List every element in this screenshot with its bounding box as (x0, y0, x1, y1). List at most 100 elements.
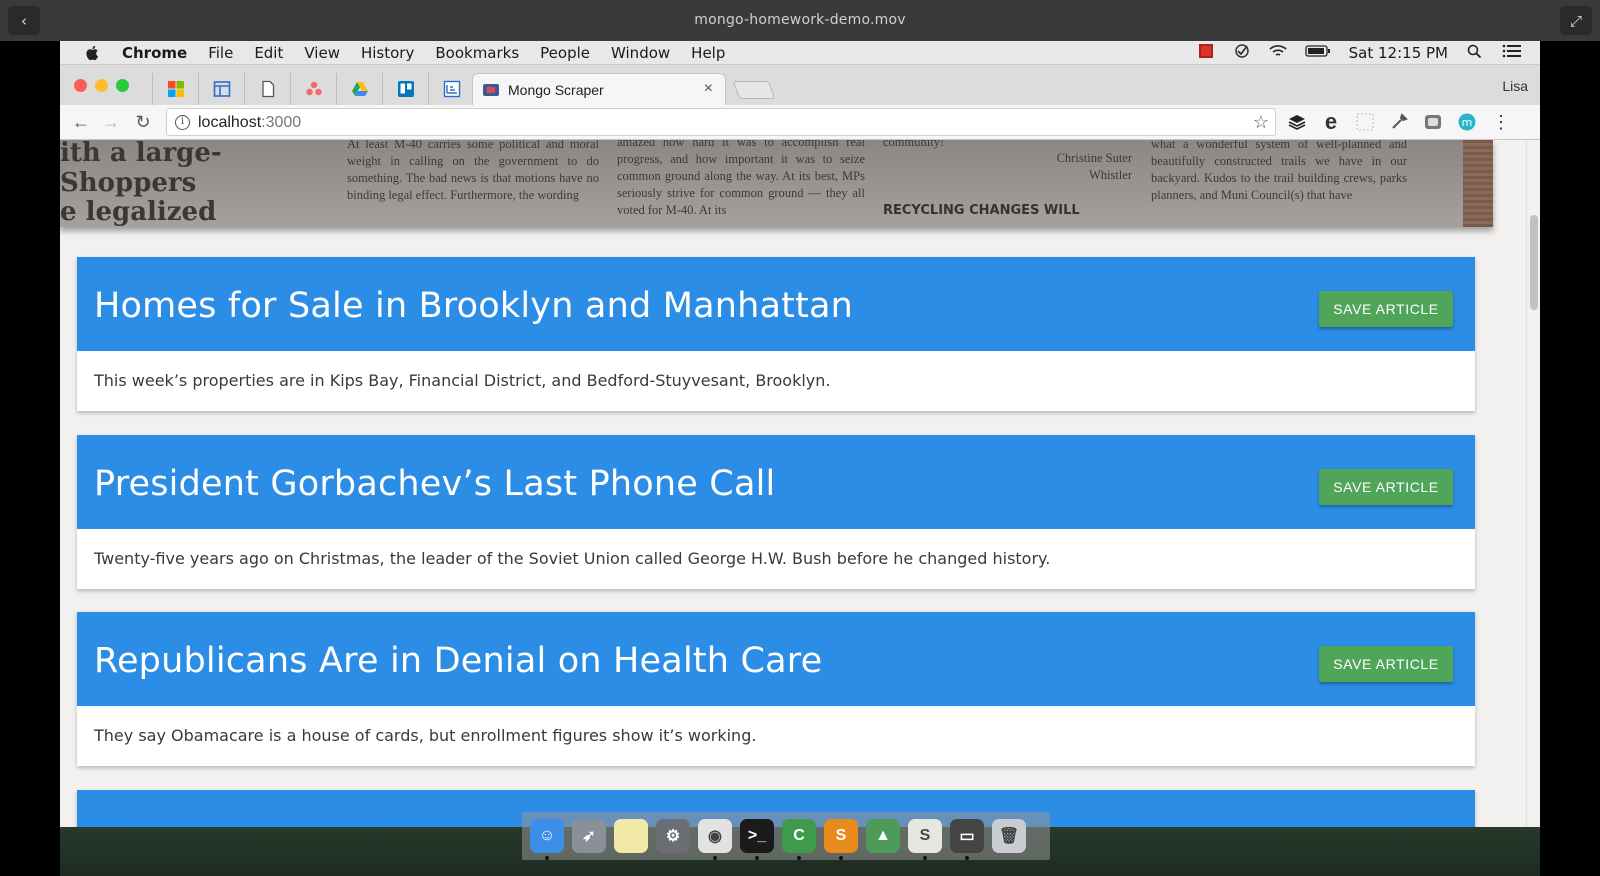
recording-icon[interactable] (1197, 44, 1215, 62)
chrome-menu-icon[interactable]: ⋮ (1490, 111, 1512, 133)
excel-icon[interactable]: C (782, 819, 816, 860)
sublime-icon[interactable]: S (824, 819, 858, 860)
pinned-tab-chart[interactable] (428, 73, 474, 105)
trash-icon[interactable]: 🗑 (992, 819, 1026, 853)
article-card: President Gorbachev’s Last Phone Call SA… (77, 435, 1475, 589)
dock: ☺ ➶ ⚙ ◉ >_ C S ▲ S ▭ 🗑 (522, 812, 1050, 860)
running-indicator (923, 856, 927, 860)
save-article-button[interactable]: SAVE ARTICLE (1319, 646, 1453, 682)
pinned-tab-asana[interactable] (290, 73, 336, 105)
extensions-bar: e m ⋮ (1286, 109, 1512, 134)
hero-signature: Christine Suter Whistler (1050, 150, 1132, 184)
scrollbar-thumb[interactable] (1530, 215, 1538, 310)
reload-button[interactable]: ↻ (132, 112, 154, 133)
running-indicator (545, 856, 549, 860)
hero-column-3-headline: RECYCLING CHANGES WILL (883, 203, 1080, 218)
hero-signature-place: Whistler (1088, 168, 1132, 182)
article-title[interactable]: President Gorbachev’s Last Phone Call (94, 464, 775, 504)
clock[interactable]: Sat 12:15 PM (1349, 44, 1448, 62)
minimize-window-button[interactable] (95, 79, 108, 92)
page-scrollbar[interactable] (1526, 140, 1540, 827)
save-article-button[interactable]: SAVE ARTICLE (1319, 291, 1453, 327)
system-preferences-icon[interactable]: ⚙ (656, 819, 690, 853)
pinned-tab-drive[interactable] (336, 73, 382, 105)
article-header: Republicans Are in Denial on Health Care… (77, 612, 1475, 706)
svg-text:m: m (1462, 116, 1473, 129)
mac-menubar: Chrome File Edit View History Bookmarks … (60, 41, 1540, 65)
article-card: Republicans Are in Denial on Health Care… (77, 612, 1475, 766)
battery-icon[interactable] (1304, 44, 1331, 62)
pinned-tab-document[interactable] (244, 73, 290, 105)
menu-app-chrome[interactable]: Chrome (122, 44, 187, 62)
pinned-tabs (152, 73, 474, 105)
fullscreen-icon[interactable]: ⤢ (1560, 6, 1592, 35)
notes-icon[interactable] (614, 819, 648, 853)
article-summary: They say Obamacare is a house of cards, … (94, 726, 757, 745)
document-icon (261, 80, 274, 98)
hero-edge-decoration (1463, 140, 1493, 227)
url-port: :3000 (261, 114, 302, 131)
close-window-button[interactable] (74, 79, 87, 92)
slack-icon[interactable]: S (908, 819, 942, 860)
menu-edit[interactable]: Edit (254, 44, 283, 62)
task-check-icon[interactable] (1233, 44, 1251, 62)
asana-icon (305, 81, 322, 96)
eyedropper-extension-icon[interactable] (1388, 111, 1410, 133)
hero-headline-2: Shoppers (60, 168, 197, 198)
wifi-icon[interactable] (1269, 44, 1287, 62)
favicon-icon (483, 83, 499, 96)
tab-mongo-scraper[interactable]: Mongo Scraper × (472, 73, 726, 105)
article-card: Homes for Sale in Brooklyn and Manhattan… (77, 257, 1475, 411)
url-host: localhost (198, 114, 262, 131)
menu-people[interactable]: People (540, 44, 590, 62)
url-text[interactable]: localhost:3000 (198, 114, 301, 132)
back-button[interactable]: ← (70, 112, 92, 133)
article-title[interactable]: Homes for Sale in Brooklyn and Manhattan (94, 286, 853, 326)
spotlight-search-icon[interactable] (1466, 44, 1484, 62)
forward-button[interactable]: → (100, 112, 122, 133)
new-tab-button[interactable] (732, 81, 776, 99)
menu-file[interactable]: File (208, 44, 233, 62)
terminal-icon[interactable]: >_ (740, 819, 774, 860)
menu-help[interactable]: Help (691, 44, 725, 62)
bookmark-star-icon[interactable]: ☆ (1253, 112, 1269, 133)
screenshot-extension-icon[interactable] (1422, 111, 1444, 133)
menu-history[interactable]: History (361, 44, 414, 62)
menu-view[interactable]: View (304, 44, 340, 62)
evernote-e-extension-icon[interactable]: e (1320, 109, 1342, 134)
status-area: Sat 12:15 PM (1197, 41, 1540, 65)
m-extension-icon[interactable]: m (1456, 111, 1478, 133)
browser-toolbar: ← → ↻ i localhost:3000 ☆ e m ⋮ (60, 105, 1540, 140)
window-controls (74, 79, 129, 92)
running-indicator (839, 856, 843, 860)
pinned-tab-trello[interactable] (382, 73, 428, 105)
article-summary: This week’s properties are in Kips Bay, … (94, 371, 831, 390)
tab-strip: Mongo Scraper × Lisa (60, 65, 1540, 105)
running-indicator (755, 856, 759, 860)
save-article-button[interactable]: SAVE ARTICLE (1319, 469, 1453, 505)
tab-title: Mongo Scraper (508, 81, 604, 98)
article-summary: Twenty-five years ago on Christmas, the … (94, 549, 1051, 568)
menu-bookmarks[interactable]: Bookmarks (435, 44, 519, 62)
close-tab-icon[interactable]: × (704, 80, 713, 98)
running-indicator (713, 856, 717, 860)
layers-extension-icon[interactable] (1286, 111, 1308, 133)
launchpad-icon[interactable]: ➶ (572, 819, 606, 853)
menu-window[interactable]: Window (611, 44, 670, 62)
article-title[interactable]: Republicans Are in Denial on Health Care (94, 641, 822, 681)
chrome-icon[interactable]: ◉ (698, 819, 732, 860)
hero-headline-3: e legalized (60, 197, 217, 227)
pinned-tab-windows[interactable] (152, 73, 198, 105)
notification-center-icon[interactable] (1502, 44, 1522, 62)
robo3t-icon[interactable]: ▲ (866, 819, 900, 853)
address-bar[interactable]: i localhost:3000 ☆ (166, 108, 1276, 136)
site-info-icon[interactable]: i (175, 115, 190, 130)
grid-extension-icon[interactable] (1354, 111, 1376, 133)
pinned-tab-layout[interactable] (198, 73, 244, 105)
finder-icon[interactable]: ☺ (530, 819, 564, 860)
profile-name[interactable]: Lisa (1502, 78, 1528, 94)
zoom-window-button[interactable] (116, 79, 129, 92)
display-icon[interactable]: ▭ (950, 819, 984, 860)
apple-logo-icon[interactable] (84, 44, 102, 62)
newspaper-header-image: ith a large- Shoppers e legalized At lea… (60, 140, 1493, 227)
